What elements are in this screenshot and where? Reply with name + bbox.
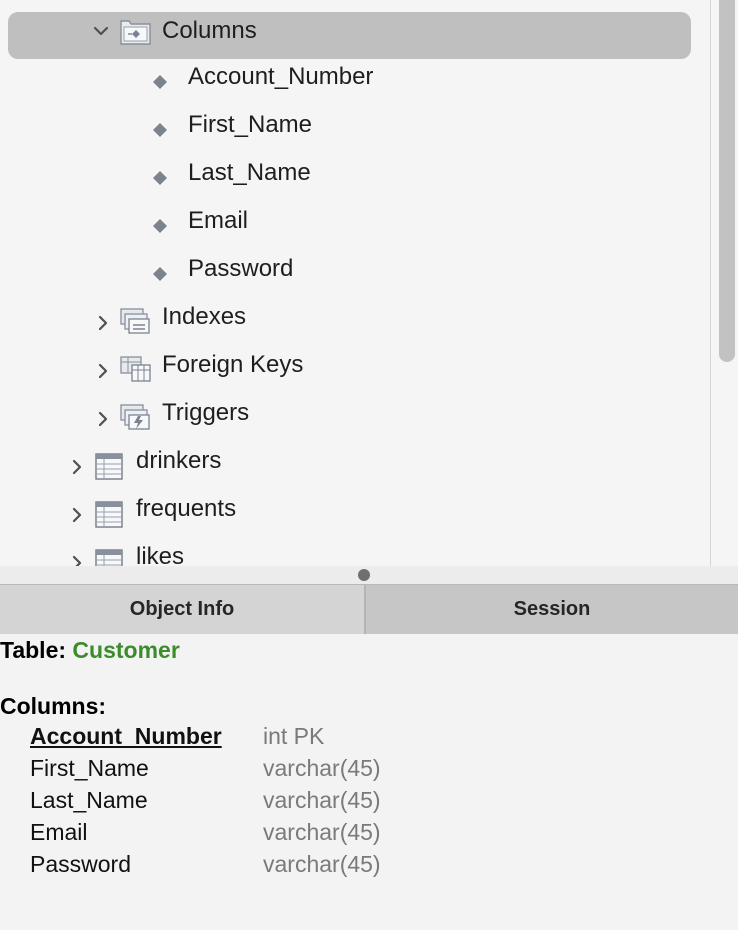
tree-table-likes[interactable]: likes: [0, 533, 700, 566]
splitter-handle-icon[interactable]: [358, 569, 370, 581]
chevron-right-icon[interactable]: [95, 315, 111, 331]
tree-table-frequents[interactable]: frequents: [0, 485, 700, 533]
chevron-right-icon[interactable]: [95, 363, 111, 379]
table-label: Table:: [0, 637, 67, 663]
diamond-column-icon: [153, 75, 167, 89]
schema-tree[interactable]: Columns Account_Number First_Name Last_N…: [0, 0, 738, 566]
info-column-row: Account_Number int PK: [30, 723, 730, 755]
indexes-folder-icon: [120, 308, 150, 334]
info-column-row: Last_Name varchar(45): [30, 787, 730, 819]
tree-column-label: Last_Name: [188, 159, 311, 186]
column-name: Last_Name: [30, 787, 148, 813]
schema-browser: Columns Account_Number First_Name Last_N…: [0, 0, 738, 930]
chevron-right-icon[interactable]: [69, 507, 85, 523]
diamond-column-icon: [153, 267, 167, 281]
columns-folder-icon: [120, 20, 151, 45]
table-icon: [95, 453, 123, 480]
tree-node-label: Foreign Keys: [162, 351, 304, 378]
tree-node-indexes[interactable]: Indexes: [0, 293, 700, 341]
column-type: varchar(45): [263, 787, 381, 813]
tree-node-columns[interactable]: Columns: [0, 7, 700, 59]
tree-node-label: Columns: [162, 17, 257, 44]
tree-node-foreign-keys[interactable]: Foreign Keys: [0, 341, 700, 389]
column-name: Account_Number: [30, 723, 222, 749]
tree-scrollbar-thumb[interactable]: [719, 0, 735, 362]
object-info-panel: Table: Customer Columns: Account_Number …: [0, 634, 738, 930]
tab-object-info[interactable]: Object Info: [0, 585, 364, 634]
tree-column-item[interactable]: Password: [0, 245, 700, 293]
table-icon: [95, 549, 123, 566]
chevron-down-icon[interactable]: [93, 23, 109, 39]
column-name: First_Name: [30, 755, 149, 781]
tree-node-label: Indexes: [162, 303, 247, 330]
tree-column-item[interactable]: First_Name: [0, 101, 700, 149]
tree-column-label: Password: [188, 255, 294, 282]
foreign-keys-folder-icon: [120, 356, 151, 382]
table-icon: [95, 501, 123, 528]
chevron-right-icon[interactable]: [69, 459, 85, 475]
chevron-right-icon[interactable]: [95, 411, 111, 427]
info-column-row: Email varchar(45): [30, 819, 730, 851]
tree-table-label: drinkers: [136, 447, 222, 474]
info-column-row: First_Name varchar(45): [30, 755, 730, 787]
tree-column-label: Account_Number: [188, 63, 374, 90]
tree-divider: [710, 0, 711, 566]
selection-highlight: [8, 12, 691, 59]
column-name: Email: [30, 819, 88, 845]
tree-column-label: First_Name: [188, 111, 313, 138]
column-type: varchar(45): [263, 819, 381, 845]
pane-splitter[interactable]: [0, 566, 738, 584]
triggers-folder-icon: [120, 404, 150, 430]
tree-node-label: Triggers: [162, 399, 250, 426]
diamond-column-icon: [153, 171, 167, 185]
column-type: varchar(45): [263, 755, 381, 781]
info-tabs: Object Info Session: [0, 584, 738, 634]
tree-node-triggers[interactable]: Triggers: [0, 389, 700, 437]
column-type: varchar(45): [263, 851, 381, 877]
tree-column-item[interactable]: Email: [0, 197, 700, 245]
tree-table-label: frequents: [136, 495, 237, 522]
chevron-right-icon[interactable]: [69, 555, 85, 566]
tree-table-label: likes: [136, 543, 185, 566]
column-name: Password: [30, 851, 131, 877]
tree-column-label: Email: [188, 207, 249, 234]
columns-header: Columns:: [0, 693, 107, 719]
diamond-column-icon: [153, 123, 167, 137]
info-column-row: Password varchar(45): [30, 851, 730, 883]
tree-column-item[interactable]: Account_Number: [0, 53, 700, 101]
tree-table-drinkers[interactable]: drinkers: [0, 437, 700, 485]
tree-column-item[interactable]: Last_Name: [0, 149, 700, 197]
tab-session[interactable]: Session: [366, 585, 738, 634]
diamond-column-icon: [153, 219, 167, 233]
table-header: Table: Customer: [0, 637, 180, 664]
column-type: int PK: [263, 723, 325, 749]
table-name: Customer: [72, 637, 180, 663]
